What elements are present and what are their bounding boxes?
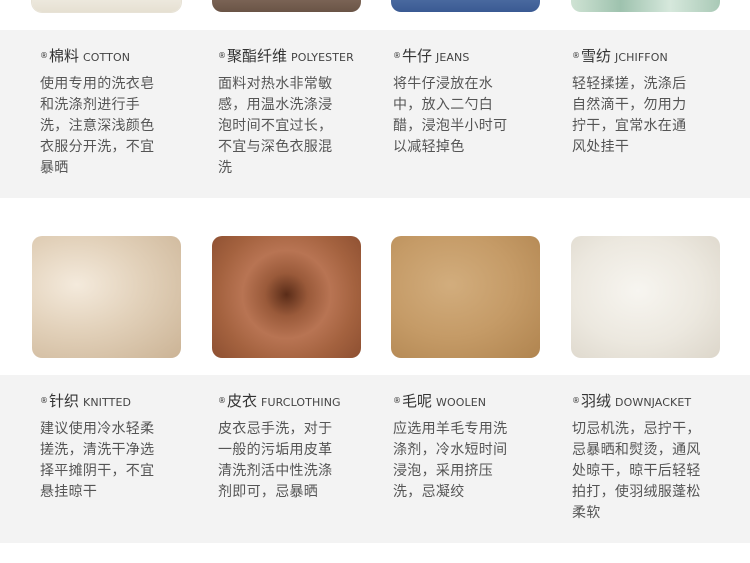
fabric-name-en: WOOLEN — [436, 396, 487, 409]
care-text-line: 以减轻掉色 — [393, 139, 465, 155]
care-text-line: 风处挂干 — [572, 139, 630, 155]
fabric-card-chiffon: ® 雪纺 JCHIFFON 轻轻揉搓，洗涤后 自然滴干，勿用力 拧干，宜常水在通 风处挂干 — [572, 45, 722, 158]
fabric-name-en: KNITTED — [83, 396, 132, 409]
cotton-fabric-photo — [32, 0, 181, 12]
fabric-card-down-jacket: ® 羽绒 DOWNJACKET 切忌机洗，忌拧干， 忌暴晒和熨烫，通风 处晾干，晾干后轻… — [572, 390, 722, 524]
care-text-line: 自然滴干，勿用力 — [572, 97, 687, 113]
fabric-card-knitted: ® 针织 KNITTED 建议使用冷水轻柔 搓洗，清洗干净选 择平摊阴干，不宜 悬挂晾干 — [40, 390, 190, 503]
care-text-line: 使用专用的洗衣皂 — [40, 76, 155, 92]
fabric-name-en: FURCLOTHING — [261, 396, 341, 409]
care-text-line: 暴晒 — [40, 160, 69, 176]
polyester-fabric-photo — [212, 0, 361, 12]
fabric-name-cn: 皮衣 — [227, 392, 258, 410]
care-text-line: 择平摊阴干，不宜 — [40, 463, 155, 479]
fabric-card-woolen: ® 毛呢 WOOLEN 应选用羊毛专用洗 涤剂，冷水短时间 浸泡，采用挤压 洗，忌凝绞 — [393, 390, 543, 503]
fabric-name-cn: 聚酯纤维 — [227, 47, 288, 65]
fabric-name-en: JEANS — [436, 51, 470, 64]
fabric-name-cn: 羽绒 — [581, 392, 612, 410]
care-text-line: 醋，浸泡半小时可 — [393, 118, 508, 134]
fabric-name-cn: 牛仔 — [402, 47, 433, 65]
fabric-card-fur: ® 皮衣 FURCLOTHING 皮衣忌手洗，对于 一般的污垢用皮革 清洗剂活中性洗涤剂… — [218, 390, 368, 503]
fabric-care-text: 皮衣忌手洗，对于 一般的污垢用皮革 清洗剂活中性洗涤 剂即可，忌暴晒 — [218, 419, 368, 503]
fabric-card-cotton: ® 棉料 COTTON 使用专用的洗衣皂 和洗涤剂进行手 洗，注意深浅颜色 衣服分开洗，不… — [40, 45, 190, 179]
care-text-line: 和洗涤剂进行手 — [40, 97, 141, 113]
registered-mark-icon: ® — [218, 396, 226, 405]
fabric-name-cn: 棉料 — [49, 47, 80, 65]
care-text-line: 洗 — [218, 160, 233, 176]
fabric-name-en: DOWNJACKET — [615, 396, 692, 409]
woolen-fabric-photo — [391, 236, 540, 358]
fur-leather-fabric-photo — [212, 236, 361, 358]
fabric-heading: ® 聚酯纤维 POLYESTER — [218, 45, 368, 66]
down-jacket-fabric-photo — [571, 236, 720, 358]
fabric-name-cn: 针织 — [49, 392, 80, 410]
care-text-line: 洗，忌凝绞 — [393, 484, 465, 500]
fabric-heading: ® 雪纺 JCHIFFON — [572, 45, 722, 66]
care-text-line: 处晾干，晾干后轻轻 — [572, 463, 701, 479]
fabric-heading: ® 针织 KNITTED — [40, 390, 190, 411]
fabric-care-text: 面料对热水非常敏 感，用温水洗涤浸 泡时间不宜过长， 不宜与深色衣服混洗 — [218, 74, 368, 179]
care-text-line: 切忌机洗，忌拧干， — [572, 421, 701, 437]
care-text-line: 应选用羊毛专用洗 — [393, 421, 508, 437]
fabric-heading: ® 牛仔 JEANS — [393, 45, 543, 66]
care-text-line: 皮衣忌手洗，对于 — [218, 421, 333, 437]
fabric-heading: ® 羽绒 DOWNJACKET — [572, 390, 722, 411]
fabric-card-polyester: ® 聚酯纤维 POLYESTER 面料对热水非常敏 感，用温水洗涤浸 泡时间不宜过长， 不… — [218, 45, 368, 179]
fabric-name-en: JCHIFFON — [615, 51, 668, 64]
care-text-line: 感，用温水洗涤浸 — [218, 97, 333, 113]
registered-mark-icon: ® — [40, 396, 48, 405]
registered-mark-icon: ® — [572, 51, 580, 60]
fabric-heading: ® 棉料 COTTON — [40, 45, 190, 66]
registered-mark-icon: ® — [40, 51, 48, 60]
fabric-care-text: 将牛仔浸放在水 中，放入二勺白 醋，浸泡半小时可 以减轻掉色 — [393, 74, 543, 158]
care-text-line: 轻轻揉搓，洗涤后 — [572, 76, 687, 92]
care-text-line: 一般的污垢用皮革 — [218, 442, 333, 458]
care-text-line: 洗，注意深浅颜色 — [40, 118, 155, 134]
fabric-heading: ® 皮衣 FURCLOTHING — [218, 390, 368, 411]
fabric-card-jeans: ® 牛仔 JEANS 将牛仔浸放在水 中，放入二勺白 醋，浸泡半小时可 以减轻掉色 — [393, 45, 543, 158]
registered-mark-icon: ® — [218, 51, 226, 60]
care-text-line: 搓洗，清洗干净选 — [40, 442, 155, 458]
care-text-line: 拍打，使羽绒服蓬松 — [572, 484, 701, 500]
fabric-name-en: COTTON — [83, 51, 131, 64]
chiffon-fabric-photo — [571, 0, 720, 12]
care-text-line: 浸泡，采用挤压 — [393, 463, 494, 479]
fabric-care-text: 切忌机洗，忌拧干， 忌暴晒和熨烫，通风 处晾干，晾干后轻轻 拍打，使羽绒服蓬松 柔软 — [572, 419, 722, 524]
registered-mark-icon: ® — [572, 396, 580, 405]
fabric-name-en: POLYESTER — [291, 51, 354, 64]
care-text-line: 中，放入二勺白 — [393, 97, 494, 113]
care-text-line: 忌暴晒和熨烫，通风 — [572, 442, 701, 458]
care-text-line: 将牛仔浸放在水 — [393, 76, 494, 92]
care-text-line: 涤剂，冷水短时间 — [393, 442, 508, 458]
care-text-line: 衣服分开洗，不宜 — [40, 139, 155, 155]
fabric-heading: ® 毛呢 WOOLEN — [393, 390, 543, 411]
jeans-fabric-photo — [391, 0, 540, 12]
fabric-care-text: 建议使用冷水轻柔 搓洗，清洗干净选 择平摊阴干，不宜 悬挂晾干 — [40, 419, 190, 503]
fabric-care-text: 使用专用的洗衣皂 和洗涤剂进行手 洗，注意深浅颜色 衣服分开洗，不宜 暴晒 — [40, 74, 190, 179]
fabric-name-cn: 雪纺 — [581, 47, 612, 65]
care-text-line: 不宜与深色衣服混 — [218, 139, 333, 155]
care-text-line: 泡时间不宜过长， — [218, 118, 333, 134]
care-text-line: 剂即可，忌暴晒 — [218, 484, 319, 500]
care-text-line: 建议使用冷水轻柔 — [40, 421, 155, 437]
knitted-fabric-photo — [32, 236, 181, 358]
care-text-line: 悬挂晾干 — [40, 484, 98, 500]
fabric-name-cn: 毛呢 — [402, 392, 433, 410]
care-text-line: 清洗剂活中性洗涤 — [218, 463, 333, 479]
care-text-line: 柔软 — [572, 505, 601, 521]
care-text-line: 拧干，宜常水在通 — [572, 118, 687, 134]
registered-mark-icon: ® — [393, 396, 401, 405]
fabric-care-text: 轻轻揉搓，洗涤后 自然滴干，勿用力 拧干，宜常水在通 风处挂干 — [572, 74, 722, 158]
care-text-line: 面料对热水非常敏 — [218, 76, 333, 92]
fabric-care-text: 应选用羊毛专用洗 涤剂，冷水短时间 浸泡，采用挤压 洗，忌凝绞 — [393, 419, 543, 503]
registered-mark-icon: ® — [393, 51, 401, 60]
